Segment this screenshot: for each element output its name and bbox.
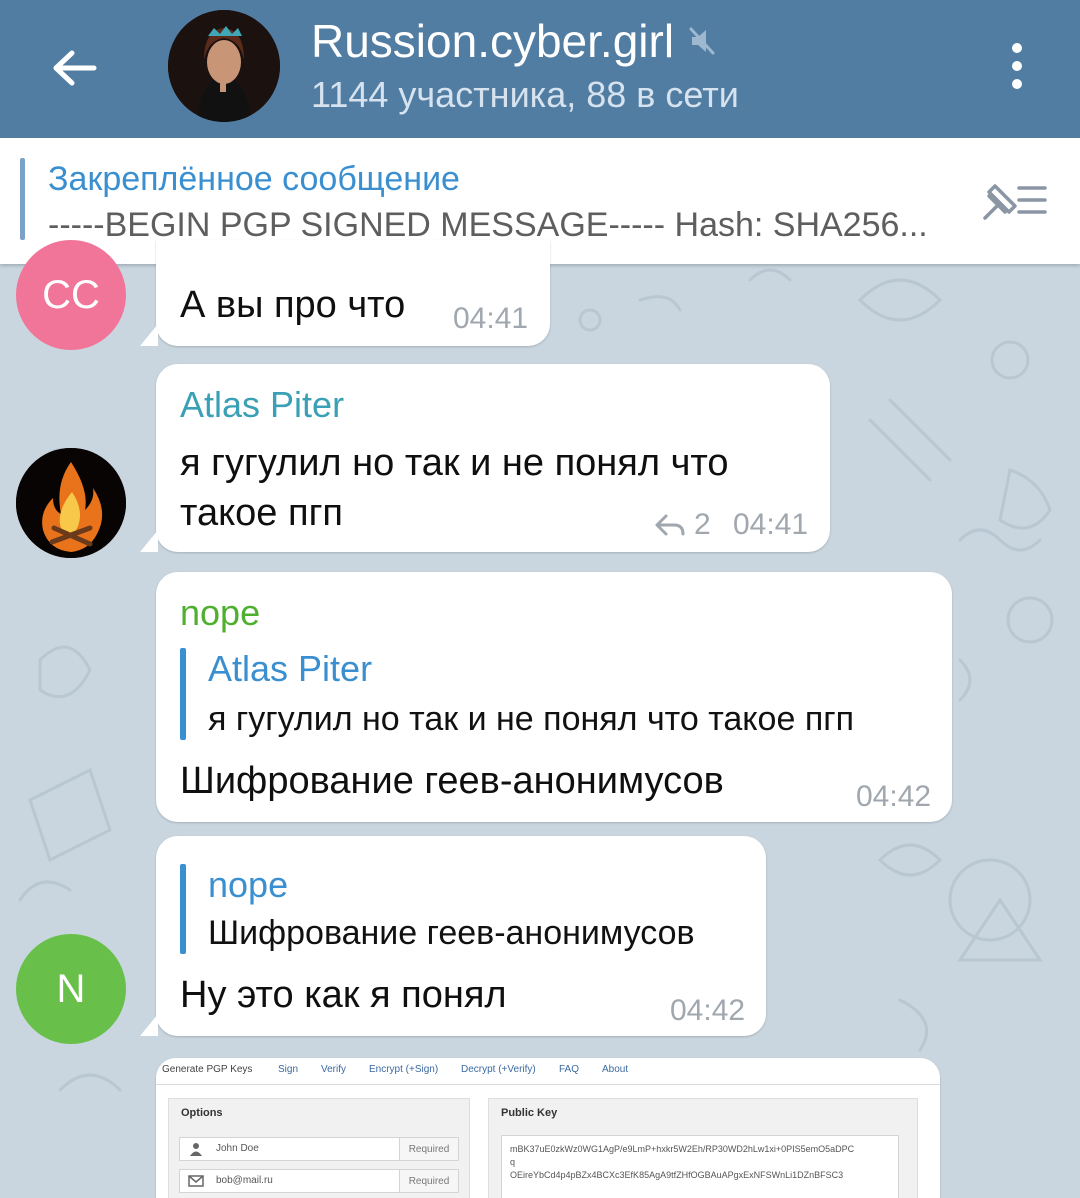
message-text: А вы про что — [180, 284, 406, 326]
arrow-left-icon — [53, 50, 97, 86]
screenshot-required-label: Required — [399, 1138, 458, 1160]
message-text: Шифрование геев-анонимусов — [180, 760, 724, 802]
message-bubble[interactable]: Atlas Piter я гугулил но так и не понял … — [140, 364, 830, 552]
avatar-n[interactable]: N — [16, 934, 126, 1044]
image-message[interactable]: Generate PGP Keys Sign Verify Encrypt (+… — [156, 1058, 940, 1198]
message-text-line: я гугулил но так и не понял что — [180, 442, 729, 484]
message-time: 04:41 — [733, 508, 809, 541]
screenshot-email-value: bob@mail.ru — [216, 1175, 273, 1186]
avatar-atlas-piter[interactable] — [16, 448, 126, 558]
back-button[interactable] — [40, 34, 108, 102]
chat-title-text: Russion.cyber.girl — [311, 15, 675, 67]
screenshot-panel-title: Public Key — [501, 1107, 558, 1119]
reply-quote-sender[interactable]: Atlas Piter — [208, 648, 372, 690]
screenshot-tab: Generate PGP Keys — [162, 1064, 253, 1075]
screenshot-tab: Sign — [278, 1064, 299, 1075]
reply-quote-text[interactable]: Шифрование геев-анонимусов — [208, 914, 695, 953]
reply-count[interactable]: 2 — [694, 508, 711, 542]
reply-quote-sender[interactable]: nope — [208, 864, 288, 906]
user-icon — [190, 1143, 202, 1156]
avatar-initials: N — [56, 966, 86, 1011]
pinned-title: Закреплённое сообщение — [48, 160, 460, 198]
message-time: 04:42 — [856, 780, 932, 813]
screenshot-name-value: John Doe — [216, 1143, 259, 1154]
avatar-initials: CC — [42, 272, 100, 317]
chat-title[interactable]: Russion.cyber.girl — [311, 14, 716, 68]
group-avatar[interactable] — [168, 10, 280, 122]
muted-speaker-icon — [689, 27, 715, 55]
screenshot-tab-bar: Generate PGP Keys Sign Verify Encrypt (+… — [156, 1058, 940, 1085]
message-time: 04:42 — [670, 994, 746, 1027]
screenshot-key-line: mBK37uE0zkWz0WG1AgP/e9LmP+hxkr5W2Eh/RP30… — [510, 1144, 855, 1154]
group-avatar-image — [168, 10, 280, 122]
message-bubble[interactable]: nope Atlas Piter я гугулил но так и не п… — [156, 572, 952, 822]
mail-icon — [188, 1175, 204, 1187]
screenshot-tab: Encrypt (+Sign) — [369, 1064, 439, 1075]
screenshot-options-panel: Options John Doe Required bob@mail.ru Re… — [168, 1098, 470, 1198]
pinned-indicator-bar — [20, 158, 25, 240]
more-vertical-icon-dot — [1012, 61, 1022, 71]
screenshot-tab: FAQ — [559, 1064, 580, 1075]
more-vertical-icon-dot — [1012, 79, 1022, 89]
screenshot-key-line: q — [510, 1157, 516, 1167]
screenshot-public-key-panel: Public Key mBK37uE0zkWz0WG1AgP/e9LmP+hxk… — [488, 1098, 918, 1198]
screenshot-panel-title: Options — [181, 1107, 223, 1119]
reply-quote-bar — [180, 864, 186, 954]
screenshot-required-label: Required — [399, 1170, 458, 1192]
screenshot-tab: Verify — [321, 1064, 347, 1075]
screenshot-name-field: John Doe Required — [179, 1137, 459, 1161]
message-text: Ну это как я понял — [180, 974, 507, 1016]
message-bubble[interactable]: nope Шифрование геев-анонимусов Ну это к… — [140, 836, 766, 1036]
reply-arrow-icon — [655, 514, 685, 536]
reply-quote-bar — [180, 648, 186, 740]
screenshot-tab: Decrypt (+Verify) — [461, 1064, 536, 1075]
message-time: 04:41 — [453, 302, 529, 335]
screenshot-key-textarea: mBK37uE0zkWz0WG1AgP/e9LmP+hxkr5W2Eh/RP30… — [501, 1135, 899, 1198]
chat-header: Russion.cyber.girl 1144 участника, 88 в … — [0, 0, 1080, 138]
more-options-button[interactable] — [992, 36, 1042, 96]
chat-members-status: 1144 участника, 88 в сети — [311, 74, 739, 115]
message-sender[interactable]: nope — [180, 592, 260, 634]
avatar-cc[interactable]: CC — [16, 240, 126, 350]
reply-quote-text[interactable]: я гугулил но так и не понял что такое пг… — [208, 700, 854, 739]
more-vertical-icon-dot — [1012, 43, 1022, 53]
message-sender[interactable]: Atlas Piter — [180, 384, 344, 426]
screenshot-tab: About — [602, 1064, 629, 1075]
pin-list-icon[interactable] — [975, 178, 1051, 222]
screenshot-email-field: bob@mail.ru Required — [179, 1169, 459, 1193]
message-bubble[interactable]: А вы про что 04:41 — [140, 240, 550, 346]
message-text-line: такое пгп — [180, 492, 344, 534]
fire-avatar-image — [16, 448, 126, 558]
screenshot-key-line: OEireYbCd4p4pBZx4BCXc3EfK85AgA9tfZHfOGBA… — [510, 1170, 844, 1180]
